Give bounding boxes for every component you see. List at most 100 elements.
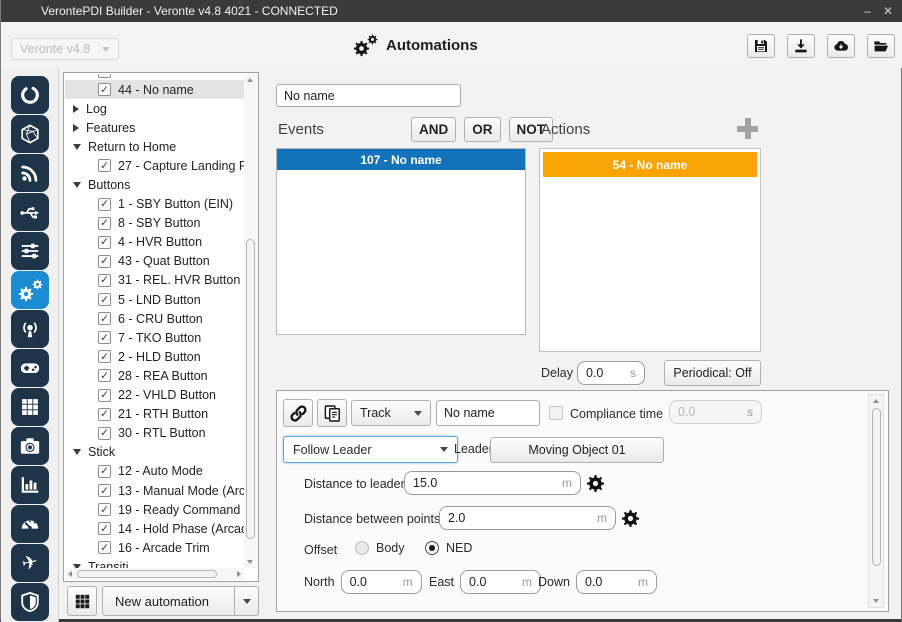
distance-between-points-settings-gear-icon[interactable] [621, 509, 640, 528]
tree-item-row[interactable]: ✓13 - Manual Mode (Arc [65, 481, 244, 500]
collapse-arrow-icon[interactable] [73, 144, 81, 150]
rail-hexagon-network-icon[interactable] [11, 115, 49, 153]
automation-name-input[interactable] [276, 84, 461, 107]
tree-item-checkbox[interactable]: ✓ [98, 389, 111, 402]
tree-item-checkbox[interactable]: ✓ [98, 83, 111, 96]
compliance-time-input[interactable] [678, 405, 743, 419]
distance-to-leader-input[interactable] [413, 476, 558, 490]
rail-bar-chart-icon[interactable] [11, 466, 49, 504]
tree-item-checkbox[interactable]: ✓ [98, 503, 111, 516]
event-item[interactable]: 107 - No name [277, 149, 525, 170]
rail-plane-icon[interactable]: ✈ [11, 544, 49, 582]
scroll-up-icon[interactable] [873, 399, 879, 403]
rail-sliders-icon[interactable] [11, 232, 49, 270]
scroll-up-icon[interactable] [247, 78, 253, 82]
new-automation-button[interactable]: New automation [102, 586, 259, 616]
tree-item-row[interactable]: ✓6 - CRU Button [65, 309, 244, 328]
tree-item-checkbox[interactable]: ✓ [98, 350, 111, 363]
action-name-input[interactable] [436, 400, 540, 426]
download-button[interactable] [787, 34, 815, 58]
tree-item-row[interactable]: ✓21 - RTH Button [65, 405, 244, 424]
compliance-time-checkbox[interactable] [549, 406, 563, 420]
rail-automations-gears-icon[interactable] [11, 271, 49, 309]
scroll-down-icon[interactable] [247, 560, 253, 564]
tree-item-checkbox[interactable]: ✓ [98, 331, 111, 344]
open-folder-button[interactable] [867, 34, 895, 58]
tree-item-row[interactable]: ✓16 - Arcade Trim [65, 538, 244, 557]
rail-usb-icon[interactable] [11, 193, 49, 231]
offset-body-radio[interactable]: Body [355, 541, 405, 555]
device-selector-dropdown[interactable]: Veronte v4.8 [11, 38, 119, 60]
tree-item-checkbox[interactable]: ✓ [98, 293, 111, 306]
tree-item-checkbox[interactable]: ✓ [98, 427, 111, 440]
tree-vscroll-thumb[interactable] [246, 239, 255, 539]
or-button[interactable]: OR [464, 117, 500, 142]
tree-item-row[interactable]: ✓1 - SBY Button (EIN) [65, 195, 244, 214]
scroll-down-icon[interactable] [873, 599, 879, 603]
minimize-button[interactable]: – [864, 4, 871, 18]
tree-item-checkbox[interactable]: ✓ [98, 522, 111, 535]
close-button[interactable]: ✕ [883, 4, 893, 18]
leader-select-button[interactable]: Moving Object 01 [490, 437, 664, 463]
tree-item-checkbox[interactable]: ✓ [98, 541, 111, 554]
tree-item-row[interactable]: ✓2 - HLD Button [65, 347, 244, 366]
new-automation-dropdown[interactable] [234, 587, 258, 615]
and-button[interactable]: AND [411, 117, 456, 142]
rail-grid-icon[interactable] [11, 388, 49, 426]
tree-item-checkbox[interactable]: ✓ [98, 369, 111, 382]
tree-item-checkbox[interactable]: ✓ [98, 484, 111, 497]
automation-grid-view-button[interactable] [67, 586, 97, 616]
tree-item-row[interactable]: ✓8 - SBY Button [65, 214, 244, 233]
rail-rss-icon[interactable] [11, 154, 49, 192]
rail-power-ring-icon[interactable] [11, 76, 49, 114]
tree-item-row[interactable]: ✓28 - REA Button [65, 366, 244, 385]
tree-item-row[interactable]: ✓5 - LND Button [65, 290, 244, 309]
periodical-toggle-button[interactable]: Periodical: Off [664, 360, 761, 386]
rail-shield-icon[interactable] [11, 583, 49, 621]
tree-group-row[interactable]: Log [65, 99, 244, 118]
detail-vertical-scrollbar[interactable] [868, 394, 884, 608]
copy-action-button[interactable] [317, 399, 347, 427]
tree-item-checkbox[interactable]: ✓ [98, 217, 111, 230]
action-item[interactable]: 54 - No name [543, 152, 757, 177]
tree-item-row[interactable]: ✓14 - Hold Phase (Arcad [65, 519, 244, 538]
link-action-button[interactable] [283, 399, 313, 427]
tree-item-row[interactable]: ✓12 - Auto Mode [65, 462, 244, 481]
distance-to-leader-settings-gear-icon[interactable] [586, 474, 605, 493]
rail-podcast-icon[interactable] [11, 310, 49, 348]
tree-item-checkbox[interactable]: ✓ [98, 465, 111, 478]
scroll-right-icon[interactable] [237, 571, 241, 577]
tree-group-row[interactable]: Return to Home [65, 137, 244, 156]
tree-item-row[interactable]: ✓31 - REL. HVR Button [65, 271, 244, 290]
tree-item-checkbox[interactable]: ✓ [98, 255, 111, 268]
tree-vertical-scrollbar[interactable] [244, 74, 257, 568]
tree-group-row[interactable]: Transiti [65, 557, 244, 568]
tree-item-row[interactable]: ✓30 - RTL Button [65, 424, 244, 443]
tree-item-row[interactable]: ✓44 - No name [65, 80, 244, 99]
tree-item-checkbox[interactable]: ✓ [98, 74, 111, 78]
tree-item-row[interactable]: ✓27 - Capture Landing P [65, 156, 244, 175]
east-input[interactable] [469, 575, 518, 589]
tree-item-checkbox[interactable]: ✓ [98, 312, 111, 325]
rail-gauge-icon[interactable] [11, 505, 49, 543]
distance-between-points-input[interactable] [448, 511, 593, 525]
rail-camera-icon[interactable] [11, 427, 49, 465]
tree-horizontal-scrollbar[interactable] [65, 568, 244, 580]
tree-item-checkbox[interactable]: ✓ [98, 236, 111, 249]
delay-input[interactable] [586, 366, 626, 380]
collapse-arrow-icon[interactable] [73, 182, 81, 188]
tree-item-row[interactable]: ✓43 - Quat Button [65, 252, 244, 271]
expand-arrow-icon[interactable] [73, 124, 79, 132]
expand-arrow-icon[interactable] [73, 105, 79, 113]
scroll-left-icon[interactable] [68, 571, 72, 577]
tree-item-checkbox[interactable]: ✓ [98, 159, 111, 172]
tree-item-checkbox[interactable]: ✓ [98, 274, 111, 287]
tree-group-row[interactable]: Buttons [65, 175, 244, 194]
tree-item-row[interactable]: ✓4 - HVR Button [65, 233, 244, 252]
action-type-dropdown[interactable]: Track [351, 400, 431, 426]
cloud-download-button[interactable] [827, 34, 855, 58]
tree-item-checkbox[interactable]: ✓ [98, 408, 111, 421]
track-mode-dropdown[interactable]: Follow Leader [283, 436, 458, 463]
tree-item-checkbox[interactable]: ✓ [98, 198, 111, 211]
tree-item-row[interactable]: ✓22 - VHLD Button [65, 386, 244, 405]
